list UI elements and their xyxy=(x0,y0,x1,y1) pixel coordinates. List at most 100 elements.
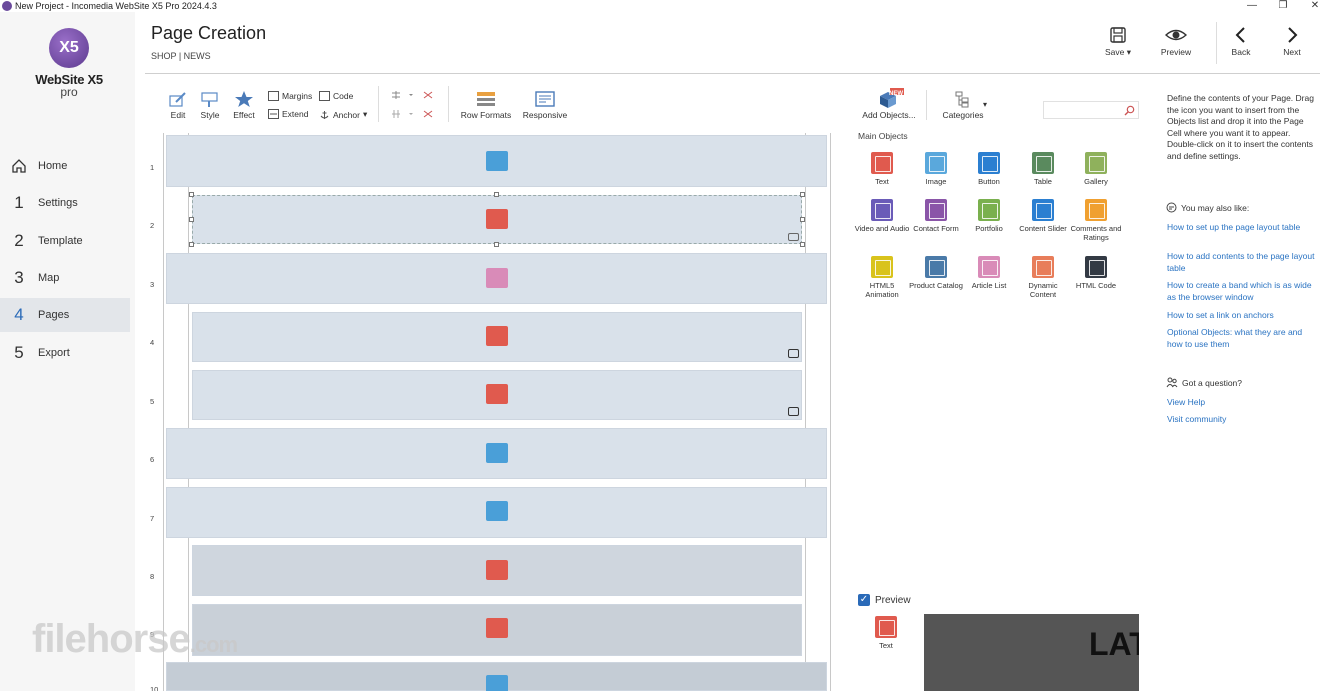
object-html5-animation[interactable]: HTML5 Animation xyxy=(854,256,910,299)
save-label: Save xyxy=(1104,47,1125,57)
edit-button[interactable]: Edit xyxy=(166,90,190,120)
object-gallery[interactable]: Gallery xyxy=(1068,152,1124,186)
object-dynamic-content[interactable]: Dynamic Content xyxy=(1015,256,1071,299)
resize-handle[interactable] xyxy=(494,242,499,247)
object-html-code[interactable]: HTML Code xyxy=(1068,256,1124,290)
toolbar-separator xyxy=(926,90,927,120)
resize-handle[interactable] xyxy=(189,217,194,222)
help-link[interactable]: Optional Objects: what they are and how … xyxy=(1167,327,1317,350)
extend-button[interactable]: Extend xyxy=(268,109,308,119)
maximize-button[interactable]: ❐ xyxy=(1268,0,1298,12)
object-video-audio[interactable]: Video and Audio xyxy=(854,199,910,233)
catalog-icon xyxy=(925,256,947,278)
nav-item-label: Pages xyxy=(38,309,70,321)
cell-menu-icon[interactable] xyxy=(788,349,799,358)
object-label: Portfolio xyxy=(975,224,1003,233)
nav-item-template[interactable]: 2 Template xyxy=(0,224,130,258)
cell-menu-icon[interactable] xyxy=(788,407,799,416)
object-button[interactable]: Button xyxy=(961,152,1017,186)
effect-button[interactable]: Effect xyxy=(231,90,257,120)
anchor-button[interactable]: Anchor ▾ xyxy=(319,109,367,120)
effect-label: Effect xyxy=(233,110,255,120)
row-number: 5 xyxy=(150,397,155,406)
grid-line xyxy=(163,133,164,691)
object-product-catalog[interactable]: Product Catalog xyxy=(908,256,964,290)
categories-icon xyxy=(955,91,969,108)
style-label: Style xyxy=(200,110,220,120)
close-button[interactable]: ✕ xyxy=(1300,0,1330,12)
row-formats-button[interactable]: Row Formats xyxy=(458,90,514,120)
resize-handle[interactable] xyxy=(189,192,194,197)
help-link[interactable]: How to set up the page layout table xyxy=(1167,222,1317,234)
text-block-icon[interactable] xyxy=(486,443,508,463)
text-object-icon[interactable] xyxy=(486,209,508,229)
nav-item-map[interactable]: 3 Map xyxy=(0,261,130,295)
text-icon xyxy=(871,152,893,174)
edit-icon xyxy=(169,92,186,107)
text-block-icon[interactable] xyxy=(486,501,508,521)
visit-community-link[interactable]: Visit community xyxy=(1167,414,1317,426)
resize-handle[interactable] xyxy=(800,217,805,222)
nav-step-number: 5 xyxy=(14,343,24,362)
insert-column-button[interactable] xyxy=(391,109,434,119)
object-article-list[interactable]: Article List xyxy=(961,256,1017,290)
minimize-button[interactable]: — xyxy=(1237,0,1267,12)
object-content-slider[interactable]: Content Slider xyxy=(1015,199,1071,233)
help-link[interactable]: How to add contents to the page layout t… xyxy=(1167,251,1317,274)
cell-menu-icon[interactable] xyxy=(788,233,799,241)
resize-handle[interactable] xyxy=(800,192,805,197)
insert-row-button[interactable] xyxy=(391,90,434,100)
preview-button[interactable]: Preview xyxy=(1151,26,1201,57)
object-contact-form[interactable]: Contact Form xyxy=(908,199,964,233)
responsive-label: Responsive xyxy=(522,110,568,120)
object-table[interactable]: Table xyxy=(1015,152,1071,186)
back-label: Back xyxy=(1231,47,1251,57)
nav-item-pages[interactable]: 4 Pages xyxy=(0,298,130,332)
text-block-icon[interactable] xyxy=(486,675,508,691)
preview-pane: LAT xyxy=(924,614,1139,691)
code-button[interactable]: Code xyxy=(319,91,353,101)
nav-item-settings[interactable]: 1 Settings xyxy=(0,186,130,220)
resize-handle[interactable] xyxy=(494,192,499,197)
article-list-icon[interactable] xyxy=(486,268,508,288)
objects-search-input[interactable] xyxy=(1043,101,1139,119)
save-button[interactable]: Save ▾ xyxy=(1093,26,1143,58)
table-icon xyxy=(1032,152,1054,174)
responsive-button[interactable]: Responsive xyxy=(520,90,570,120)
help-link[interactable]: How to create a band which is as wide as… xyxy=(1167,280,1317,303)
animation-icon xyxy=(871,256,893,278)
view-help-link[interactable]: View Help xyxy=(1167,397,1317,409)
resize-handle[interactable] xyxy=(800,242,805,247)
text-object-icon[interactable] xyxy=(486,384,508,404)
text-object-icon[interactable] xyxy=(486,560,508,580)
object-portfolio[interactable]: Portfolio xyxy=(961,199,1017,233)
object-image[interactable]: Image xyxy=(908,152,964,186)
edit-label: Edit xyxy=(170,110,186,120)
next-button[interactable]: Next xyxy=(1267,26,1317,57)
preview-sample-text: LAT xyxy=(1089,626,1139,662)
margins-button[interactable]: Margins xyxy=(268,91,312,101)
text-object-icon[interactable] xyxy=(486,326,508,346)
help-link[interactable]: How to set a link on anchors xyxy=(1167,310,1317,322)
style-button[interactable]: Style xyxy=(198,90,222,120)
row-number: 4 xyxy=(150,338,155,347)
html-code-icon xyxy=(1085,256,1107,278)
object-comments-ratings[interactable]: Comments and Ratings xyxy=(1068,199,1124,242)
preview-checkbox[interactable]: ✓ Preview xyxy=(858,594,911,606)
nav-item-export[interactable]: 5 Export xyxy=(0,336,130,370)
row-number: 10 xyxy=(150,685,159,691)
dynamic-object-icon[interactable] xyxy=(486,618,508,638)
watermark-suffix: .com xyxy=(189,632,238,657)
help-description: Define the contents of your Page. Drag t… xyxy=(1167,93,1314,161)
extend-label: Extend xyxy=(282,109,309,119)
chevron-down-icon[interactable]: ▾ xyxy=(983,100,987,109)
portfolio-icon xyxy=(978,199,1000,221)
object-text[interactable]: Text xyxy=(854,152,910,186)
object-label: Contact Form xyxy=(913,224,959,233)
back-button[interactable]: Back xyxy=(1216,26,1266,57)
nav-item-home[interactable]: Home xyxy=(0,149,130,183)
nav-step-number: 3 xyxy=(14,268,24,287)
resize-handle[interactable] xyxy=(189,242,194,247)
window-title: New Project - Incomedia WebSite X5 Pro 2… xyxy=(15,1,217,11)
text-block-icon[interactable] xyxy=(486,151,508,171)
